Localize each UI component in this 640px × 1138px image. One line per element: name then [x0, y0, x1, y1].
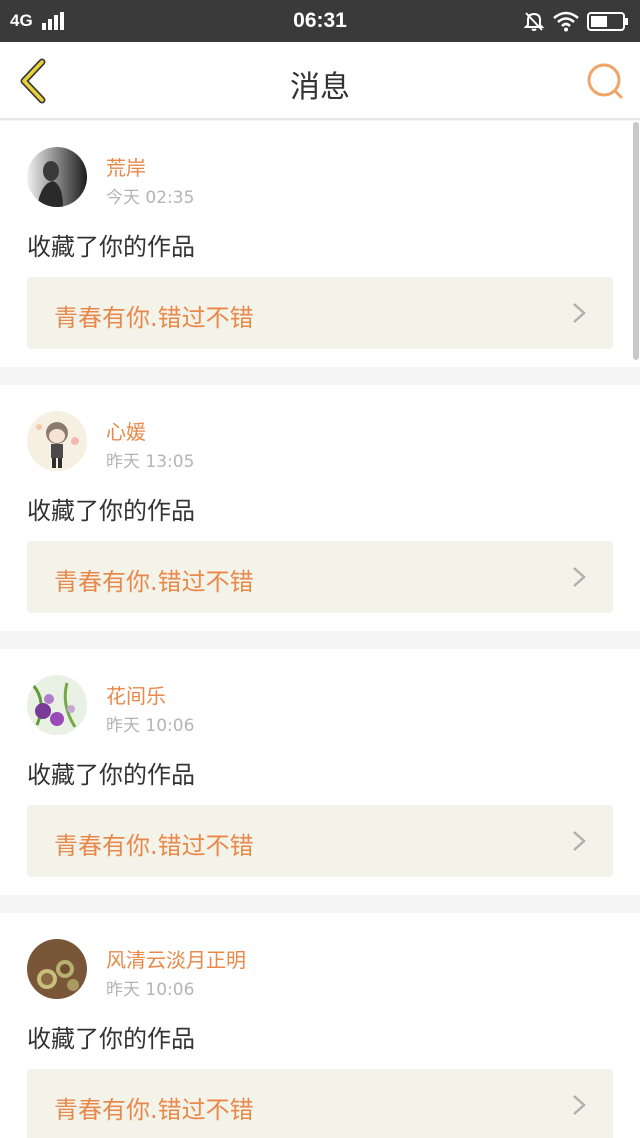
timestamp: 昨天 10:06: [106, 716, 195, 736]
chevron-right-icon: [573, 303, 586, 323]
avatar[interactable]: [27, 411, 87, 471]
work-title: 青春有你.错过不错: [54, 1096, 254, 1124]
wifi-icon: [553, 11, 579, 32]
avatar[interactable]: [27, 939, 87, 999]
work-link[interactable]: 青春有你.错过不错: [27, 541, 613, 613]
chevron-right-icon: [573, 831, 586, 851]
action-text: 收藏了你的作品: [27, 1025, 195, 1053]
timestamp: 昨天 10:06: [106, 980, 195, 1000]
work-link[interactable]: 青春有你.错过不错: [27, 805, 613, 877]
alarm-off-icon: [523, 12, 545, 31]
status-bar: 4G 06:31: [0, 0, 640, 42]
work-link[interactable]: 青春有你.错过不错: [27, 1069, 613, 1138]
username[interactable]: 风清云淡月正明: [106, 944, 246, 973]
work-title: 青春有你.错过不错: [54, 832, 254, 860]
timestamp: 昨天 13:05: [106, 452, 195, 472]
page-title: 消息: [290, 70, 350, 105]
message-list: 荒岸 今天 02:35 收藏了你的作品 青春有你.错过不错 心媛 昨天 13:0…: [0, 121, 640, 1138]
work-link[interactable]: 青春有你.错过不错: [27, 277, 613, 349]
message-item: 心媛 昨天 13:05 收藏了你的作品 青春有你.错过不错: [0, 385, 640, 631]
avatar[interactable]: [27, 675, 87, 735]
action-text: 收藏了你的作品: [27, 497, 195, 525]
username[interactable]: 荒岸: [106, 152, 146, 181]
header: 消息: [0, 42, 640, 120]
timestamp: 今天 02:35: [106, 188, 195, 208]
battery-icon: [587, 12, 628, 31]
message-item: 风清云淡月正明 昨天 10:06 收藏了你的作品 青春有你.错过不错: [0, 913, 640, 1138]
scrollbar[interactable]: [633, 122, 639, 360]
chevron-right-icon: [573, 1095, 586, 1115]
work-title: 青春有你.错过不错: [54, 304, 254, 332]
search-icon[interactable]: [584, 60, 626, 102]
chevron-right-icon: [573, 567, 586, 587]
work-title: 青春有你.错过不错: [54, 568, 254, 596]
action-text: 收藏了你的作品: [27, 233, 195, 261]
username[interactable]: 花间乐: [106, 680, 166, 709]
username[interactable]: 心媛: [106, 416, 146, 445]
message-item: 荒岸 今天 02:35 收藏了你的作品 青春有你.错过不错: [0, 121, 640, 367]
avatar[interactable]: [27, 147, 87, 207]
action-text: 收藏了你的作品: [27, 761, 195, 789]
message-item: 花间乐 昨天 10:06 收藏了你的作品 青春有你.错过不错: [0, 649, 640, 895]
